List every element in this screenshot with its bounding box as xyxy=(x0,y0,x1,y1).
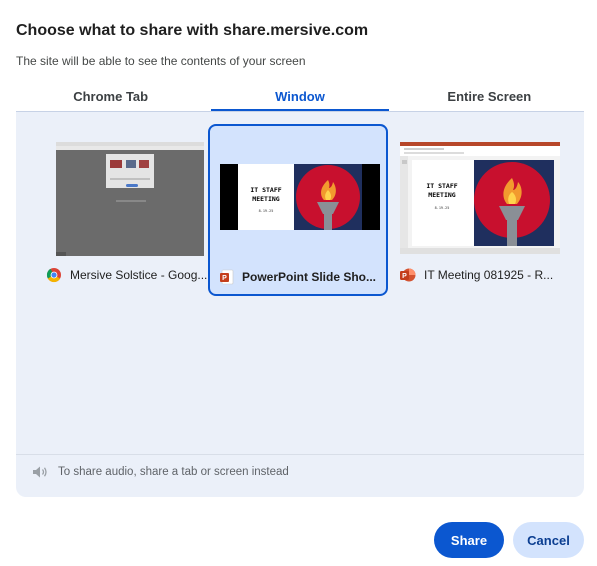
slide-title-line2: MEETING xyxy=(252,195,279,203)
source-label: P IT Meeting 081925 - R... xyxy=(400,266,568,284)
slide-title-line1: IT STAFF xyxy=(250,186,281,194)
speaker-icon xyxy=(33,466,47,478)
slide-title-line1: IT STAFF xyxy=(426,182,457,190)
chrome-window-thumbnail xyxy=(56,142,204,256)
slide-date: 8.19.25 xyxy=(435,206,450,210)
source-item-chrome-window[interactable]: Mersive Solstice - Goog... xyxy=(36,124,216,296)
slide-title-line2: MEETING xyxy=(428,191,455,199)
audio-hint-text: To share audio, share a tab or screen in… xyxy=(58,466,289,478)
source-label: Mersive Solstice - Goog... xyxy=(46,266,214,284)
chrome-icon xyxy=(46,268,61,283)
powerpoint-icon: P xyxy=(400,268,416,282)
slide-date: 8.19.25 xyxy=(259,209,274,213)
cancel-button[interactable]: Cancel xyxy=(513,522,584,558)
tab-entire-screen[interactable]: Entire Screen xyxy=(395,86,584,111)
source-item-it-meeting[interactable]: IT STAFF MEETING 8.19.25 P IT Meeting 08… xyxy=(390,124,570,296)
audio-hint: To share audio, share a tab or screen in… xyxy=(16,454,584,489)
dialog-title: Choose what to share with share.mersive.… xyxy=(16,22,369,39)
svg-text:P: P xyxy=(222,275,227,282)
tab-chrome-tab[interactable]: Chrome Tab xyxy=(16,86,205,111)
tab-window[interactable]: Window xyxy=(205,86,394,111)
powerpoint-icon: P xyxy=(220,269,234,285)
share-button[interactable]: Share xyxy=(434,522,504,558)
sources-panel: Mersive Solstice - Goog... IT STAFF MEET… xyxy=(16,111,584,497)
slideshow-thumbnail: IT STAFF MEETING 8.19.25 xyxy=(220,164,380,230)
svg-text:P: P xyxy=(402,273,407,280)
it-meeting-thumbnail: IT STAFF MEETING 8.19.25 xyxy=(400,142,560,254)
dialog-subtitle: The site will be able to see the content… xyxy=(16,54,306,68)
source-item-powerpoint-slideshow[interactable]: IT STAFF MEETING 8.19.25 P PowerPoint Sl… xyxy=(208,124,388,296)
source-tabs: Chrome Tab Window Entire Screen xyxy=(16,86,584,111)
source-label: P PowerPoint Slide Sho... xyxy=(220,268,388,286)
